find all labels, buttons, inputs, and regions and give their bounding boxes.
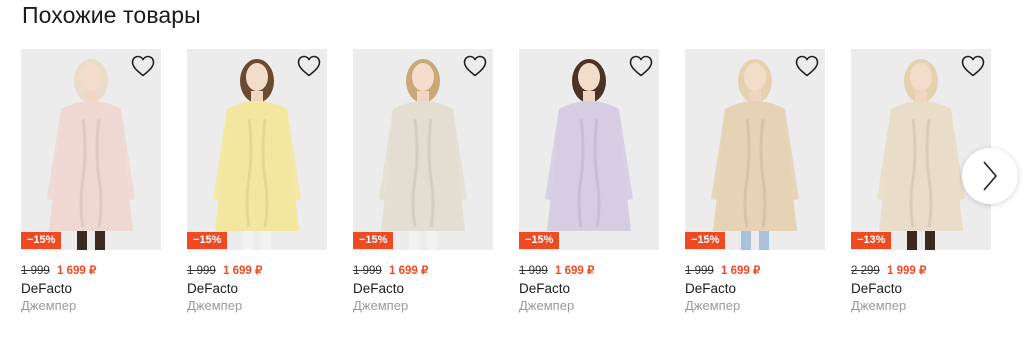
sale-price: 1 699 ₽ xyxy=(56,265,97,277)
old-price: 1 999 xyxy=(519,265,548,277)
product-type[interactable]: Джемпер xyxy=(851,297,991,314)
sale-price: 1 699 ₽ xyxy=(388,265,429,277)
favorite-heart-icon[interactable] xyxy=(794,54,820,78)
favorite-heart-icon[interactable] xyxy=(462,54,488,78)
sale-price: 1 699 ₽ xyxy=(554,265,595,277)
old-price: 1 999 xyxy=(353,265,382,277)
product-card[interactable]: −15% 1 999 1 699 ₽ DeFacto Джемпер xyxy=(519,49,659,314)
old-price: 1 999 xyxy=(187,265,216,277)
favorite-heart-icon[interactable] xyxy=(296,54,322,78)
discount-badge: −15% xyxy=(187,232,228,249)
model-illustration xyxy=(877,59,965,250)
model-illustration xyxy=(379,59,467,250)
product-photo[interactable]: −15% xyxy=(21,49,161,250)
product-card[interactable]: −15% 1 999 1 699 ₽ DeFacto Джемпер xyxy=(685,49,825,314)
product-brand[interactable]: DeFacto xyxy=(187,280,327,297)
section-title: Похожие товары xyxy=(22,2,201,28)
product-photo[interactable]: −15% xyxy=(519,49,659,250)
product-type[interactable]: Джемпер xyxy=(21,297,161,314)
product-brand[interactable]: DeFacto xyxy=(685,280,825,297)
product-card[interactable]: −15% 1 999 1 699 ₽ DeFacto Джемпер xyxy=(187,49,327,314)
model-illustration xyxy=(711,59,799,250)
product-type[interactable]: Джемпер xyxy=(187,297,327,314)
product-type[interactable]: Джемпер xyxy=(519,297,659,314)
product-brand[interactable]: DeFacto xyxy=(519,280,659,297)
model-illustration xyxy=(545,59,633,250)
product-card[interactable]: −15% 1 999 1 699 ₽ DeFacto Джемпер xyxy=(353,49,493,314)
product-photo[interactable]: −15% xyxy=(353,49,493,250)
product-brand[interactable]: DeFacto xyxy=(851,280,991,297)
product-brand[interactable]: DeFacto xyxy=(353,280,493,297)
product-type[interactable]: Джемпер xyxy=(353,297,493,314)
sale-price: 1 699 ₽ xyxy=(222,265,263,277)
old-price: 2 299 xyxy=(851,265,880,277)
discount-badge: −15% xyxy=(21,232,62,249)
product-photo[interactable]: −15% xyxy=(187,49,327,250)
discount-badge: −15% xyxy=(519,232,560,249)
model-illustration xyxy=(47,59,135,250)
favorite-heart-icon[interactable] xyxy=(960,54,986,78)
old-price: 1 999 xyxy=(685,265,714,277)
product-photo[interactable]: −15% xyxy=(685,49,825,250)
old-price: 1 999 xyxy=(21,265,50,277)
chevron-right-icon xyxy=(983,161,998,191)
discount-badge: −15% xyxy=(353,232,394,249)
carousel-next-button[interactable] xyxy=(962,148,1018,204)
discount-badge: −13% xyxy=(851,232,892,249)
product-photo[interactable]: −13% xyxy=(851,49,991,250)
sale-price: 1 999 ₽ xyxy=(886,265,927,277)
discount-badge: −15% xyxy=(685,232,726,249)
sale-price: 1 699 ₽ xyxy=(720,265,761,277)
similar-products-carousel: −15% 1 999 1 699 ₽ DeFacto Джемпер −15% … xyxy=(21,49,1024,319)
product-type[interactable]: Джемпер xyxy=(685,297,825,314)
model-illustration xyxy=(213,59,301,250)
favorite-heart-icon[interactable] xyxy=(130,54,156,78)
product-brand[interactable]: DeFacto xyxy=(21,280,161,297)
favorite-heart-icon[interactable] xyxy=(628,54,654,78)
product-card[interactable]: −15% 1 999 1 699 ₽ DeFacto Джемпер xyxy=(21,49,161,314)
